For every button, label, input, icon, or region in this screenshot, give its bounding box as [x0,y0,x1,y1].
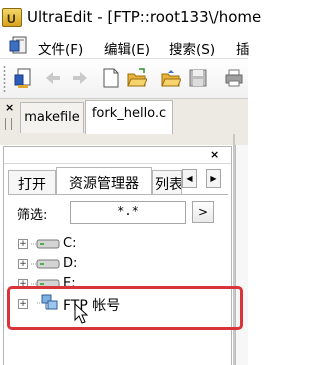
tab-fork-hello-c[interactable]: fork_hello.c [85,100,173,134]
drive-icon [31,259,60,269]
tab-list[interactable]: 列表 [152,170,182,194]
tab-scroll-right-icon[interactable]: ▶ [206,169,221,188]
tree-item-label: C: [63,236,77,251]
expand-icon[interactable]: + [18,259,28,269]
filter-label: 筛选: [17,208,48,223]
toolbar [0,58,248,98]
ftp-accounts-icon [37,294,58,310]
print-icon[interactable] [224,67,244,89]
editor-pane-edge[interactable] [235,145,248,365]
menu-search[interactable]: 搜索(S) [169,38,215,58]
blank-file-icon[interactable] [101,67,121,89]
tree-item-label: D: [63,256,78,271]
expand-icon[interactable]: + [18,299,28,309]
panel-header [4,147,231,164]
panel-close-icon[interactable]: × [210,148,219,161]
menu-insert[interactable]: 插 [236,38,250,58]
open-folder-up-icon[interactable] [161,67,181,89]
menu-edit[interactable]: 编辑(E) [104,38,150,58]
window-title: UltraEdit - [FTP::root133\/home [27,8,262,26]
tab-strip-grip[interactable] [5,118,12,130]
tab-makefile[interactable]: makefile [20,102,84,133]
filter-input[interactable]: *.* [70,201,186,224]
menu-file[interactable]: 文件(F) [38,38,83,58]
save-icon[interactable] [188,67,208,89]
back-arrow-icon[interactable] [43,67,63,89]
close-icon[interactable]: × [5,101,14,114]
pane-splitter[interactable] [0,134,248,145]
open-folder-icon[interactable] [127,67,147,89]
tab-divider [8,194,228,195]
filter-apply-button[interactable]: > [192,201,214,223]
tab-explorer[interactable]: 资源管理器 [56,167,152,194]
document-menu-icon[interactable] [9,36,29,54]
mouse-cursor-icon [74,303,88,324]
tab-open[interactable]: 打开 [8,170,56,194]
tree-item-label: FTP 帐号 [63,298,121,314]
new-doc-icon[interactable] [13,67,33,89]
tree-item-d[interactable]: + D: [18,256,138,274]
expand-icon[interactable]: + [18,239,28,249]
tree-item-c[interactable]: + C: [18,236,138,254]
svg-text:U: U [7,12,16,26]
drive-icon [31,239,60,249]
toolbar-grip[interactable] [3,65,6,93]
ultraedit-app-icon[interactable]: U [2,8,22,27]
forward-arrow-icon[interactable] [70,67,90,89]
tab-scroll-left-icon[interactable]: ◀ [182,169,197,188]
